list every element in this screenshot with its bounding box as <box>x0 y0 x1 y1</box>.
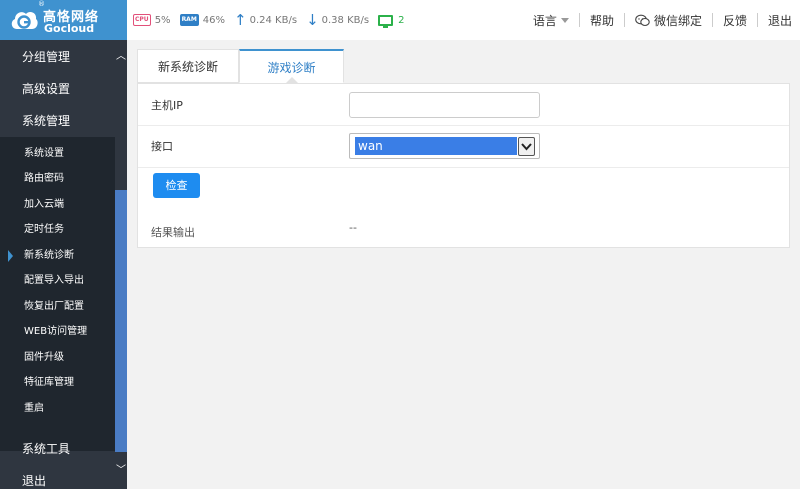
host-ip-input[interactable] <box>349 92 540 118</box>
tab-game-diagnostics[interactable]: 游戏诊断 <box>239 49 345 83</box>
sub-item-factory-reset[interactable]: 恢复出厂配置 <box>0 294 115 319</box>
sub-item-new-diagnostics[interactable]: 新系统诊断 <box>0 243 115 268</box>
ram-value: 46% <box>202 14 226 26</box>
logo[interactable]: ® 高恪网络 Gocloud <box>0 0 127 40</box>
ram-stat: RAM 46% <box>179 14 226 26</box>
upload-arrow-icon: ↑ <box>234 11 247 29</box>
download-stat: ↓ 0.38 KB/s <box>306 11 370 29</box>
host-ip-label: 主机IP <box>151 99 183 112</box>
sub-item-signature-library[interactable]: 特征库管理 <box>0 370 115 395</box>
sub-item-reboot[interactable]: 重启 <box>0 396 115 421</box>
logo-text-en: Gocloud <box>44 22 95 35</box>
interface-label: 接口 <box>151 140 173 153</box>
chevron-down-icon <box>521 143 532 151</box>
language-label: 语言 <box>532 13 557 28</box>
cpu-stat: CPU 5% <box>133 14 171 26</box>
tab-label: 游戏诊断 <box>267 61 316 75</box>
chevron-down-icon <box>560 17 569 23</box>
sub-item-label: 新系统诊断 <box>24 250 74 261</box>
sub-item-router-password[interactable]: 路由密码 <box>0 166 115 191</box>
ram-icon: RAM <box>179 14 199 26</box>
interface-row: 接口 wan <box>138 126 789 168</box>
status-bar: CPU 5% RAM 46% ↑ 0.24 KB/s ↓ 0.38 KB/s 2 <box>133 12 413 28</box>
language-dropdown[interactable]: 语言 <box>533 12 569 29</box>
sub-item-firmware-upgrade[interactable]: 固件升级 <box>0 345 115 370</box>
sub-item-scheduled-tasks[interactable]: 定时任务 <box>0 217 115 242</box>
dropdown-button[interactable] <box>518 137 535 156</box>
chevron-up-icon[interactable]: ︿ <box>115 50 127 64</box>
divider <box>711 13 713 27</box>
cpu-value: 5% <box>154 14 171 26</box>
divider <box>578 13 580 27</box>
terminal-stat[interactable]: 2 <box>378 14 405 28</box>
terminal-count: 2 <box>398 14 405 26</box>
sidebar-item-logout[interactable]: 退出 <box>0 465 115 489</box>
tab-new-diagnostics[interactable]: 新系统诊断 <box>137 49 240 83</box>
divider <box>756 13 758 27</box>
cpu-icon: CPU <box>133 14 151 26</box>
sidebar-item-advanced-settings[interactable]: 高级设置 <box>0 73 115 105</box>
upload-value: 0.24 KB/s <box>249 14 298 26</box>
chevron-down-icon[interactable]: ﹀ <box>115 464 127 478</box>
result-output-value: -- <box>349 221 357 234</box>
submenu-system-management: 系统设置 路由密码 加入云端 定时任务 新系统诊断 配置导入导出 恢复出厂配置 … <box>0 137 115 451</box>
sub-item-web-access[interactable]: WEB访问管理 <box>0 319 115 344</box>
wechat-bind-label: 微信绑定 <box>653 13 702 28</box>
active-pointer-icon <box>8 250 13 262</box>
top-nav: 语言 帮助 微信绑定 反馈 退出 <box>533 12 792 28</box>
upload-stat: ↑ 0.24 KB/s <box>234 11 298 29</box>
feedback-link[interactable]: 反馈 <box>723 12 747 29</box>
scrollbar-thumb[interactable] <box>115 190 127 452</box>
interface-selected-value: wan <box>355 137 517 155</box>
interface-select[interactable]: wan <box>349 133 540 159</box>
download-arrow-icon: ↓ <box>306 11 319 29</box>
sidebar-item-group-management[interactable]: 分组管理 <box>0 41 115 73</box>
sub-item-config-import-export[interactable]: 配置导入导出 <box>0 268 115 293</box>
top-header: ® 高恪网络 Gocloud CPU 5% RAM 46% ↑ 0.24 KB/… <box>0 0 800 40</box>
host-ip-row: 主机IP <box>138 84 789 126</box>
download-value: 0.38 KB/s <box>321 14 370 26</box>
game-diagnostics-form: 主机IP 接口 wan 检查 结果输出 -- <box>137 83 790 248</box>
monitor-icon <box>378 14 394 28</box>
divider <box>623 13 625 27</box>
tab-bar: 新系统诊断 游戏诊断 <box>137 49 345 83</box>
check-button[interactable]: 检查 <box>153 173 200 198</box>
result-output-label: 结果输出 <box>151 226 195 239</box>
sidebar-item-system-management[interactable]: 系统管理 <box>0 105 115 137</box>
logout-link[interactable]: 退出 <box>768 12 792 29</box>
sidebar: 分组管理 高级设置 系统管理 系统设置 路由密码 加入云端 定时任务 新系统诊断… <box>0 40 127 489</box>
cloud-logo-icon <box>11 11 38 29</box>
sub-item-system-settings[interactable]: 系统设置 <box>0 141 115 166</box>
sidebar-item-system-tools[interactable]: 系统工具 <box>0 433 115 465</box>
sub-item-join-cloud[interactable]: 加入云端 <box>0 192 115 217</box>
wechat-bind-link[interactable]: 微信绑定 <box>635 12 702 29</box>
help-link[interactable]: 帮助 <box>590 12 614 29</box>
wechat-icon <box>635 14 650 26</box>
